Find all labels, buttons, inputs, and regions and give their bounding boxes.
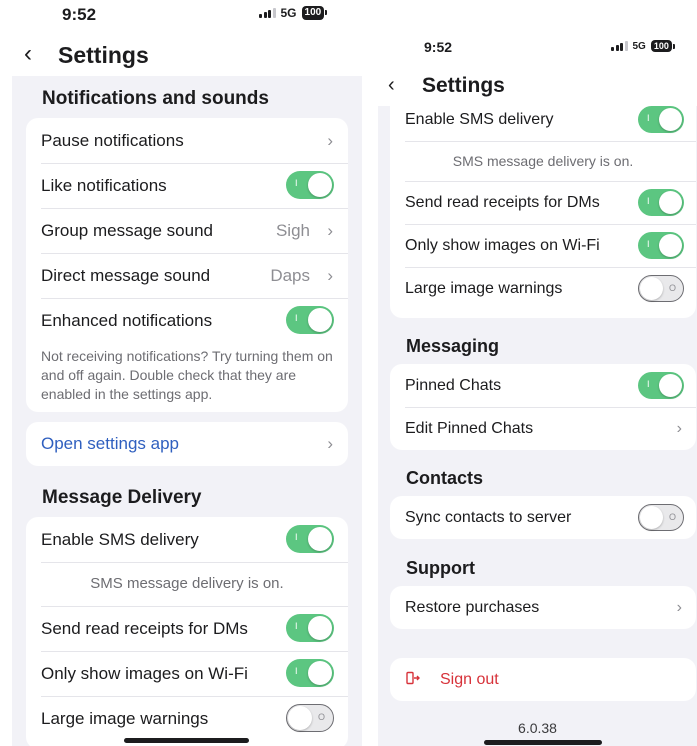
row-label: Sync contacts to server — [405, 508, 572, 526]
row-label: Only show images on Wi-Fi — [41, 663, 248, 683]
right-screenshot: 9:52 5G 100 ‹ Settings Enable SMS delive… — [378, 34, 697, 746]
chevron-right-icon: › — [676, 598, 682, 616]
row-value: Daps — [270, 265, 310, 285]
sms-status-text: SMS message delivery is on. — [90, 575, 284, 592]
contacts-card: Sync contacts to server O — [390, 496, 696, 539]
row-images-wifi: Only show images on Wi-Fi I — [390, 224, 696, 267]
section-title-message-delivery: Message Delivery — [42, 487, 202, 508]
sync-contacts-toggle[interactable]: O — [638, 504, 684, 531]
open-settings-app-link[interactable]: Open settings app › — [26, 422, 348, 466]
row-label: Enhanced notifications — [41, 310, 213, 330]
back-chevron-icon[interactable]: ‹ — [388, 74, 395, 97]
battery-icon: 100 — [650, 40, 675, 52]
row-label: Enable SMS delivery — [405, 110, 554, 128]
row-read-receipts: Send read receipts for DMs I — [390, 181, 696, 224]
enhanced-notifications-toggle[interactable]: I — [286, 306, 334, 334]
row-label: Enable SMS delivery — [41, 529, 199, 549]
page-title: Settings — [58, 42, 149, 68]
message-delivery-card: Enable SMS delivery I SMS message delive… — [390, 98, 696, 318]
open-settings-card: Open settings app › — [26, 422, 348, 466]
section-title-contacts: Contacts — [406, 468, 484, 488]
sms-status-text: SMS message delivery is on. — [452, 153, 634, 169]
sign-out-button[interactable]: Sign out — [390, 658, 696, 701]
row-label: Pause notifications — [41, 130, 184, 150]
signal-icon — [259, 8, 276, 18]
home-indicator — [124, 738, 249, 743]
large-image-warnings-toggle[interactable]: O — [638, 275, 684, 302]
row-group-message-sound[interactable]: Group message sound Sigh › — [26, 208, 348, 253]
battery-icon: 100 — [301, 6, 327, 20]
status-time: 9:52 — [424, 39, 453, 55]
read-receipts-toggle[interactable]: I — [286, 614, 334, 642]
network-label: 5G — [280, 6, 297, 20]
row-label: Only show images on Wi-Fi — [405, 236, 600, 254]
support-card: Restore purchases › — [390, 586, 696, 629]
large-image-warnings-toggle[interactable]: O — [286, 704, 334, 732]
status-time: 9:52 — [62, 5, 97, 24]
network-label: 5G — [632, 40, 646, 52]
row-large-image-warnings: Large image warnings O — [26, 696, 348, 741]
row-pinned-chats: Pinned Chats I — [390, 364, 696, 407]
row-label: Edit Pinned Chats — [405, 419, 534, 437]
messaging-card: Pinned Chats I Edit Pinned Chats › — [390, 364, 696, 450]
signal-icon — [611, 41, 628, 51]
row-large-image-warnings: Large image warnings O — [390, 267, 696, 310]
section-title-messaging: Messaging — [406, 336, 500, 356]
row-label: Like notifications — [41, 175, 167, 195]
home-indicator — [484, 740, 602, 745]
row-label: Pinned Chats — [405, 376, 502, 394]
settings-scroll-area[interactable]: Notifications and sounds Pause notificat… — [12, 76, 362, 746]
chevron-right-icon: › — [327, 220, 333, 240]
settings-scroll-area[interactable]: Enable SMS delivery I SMS message delive… — [378, 98, 697, 746]
row-label: Send read receipts for DMs — [405, 193, 600, 211]
row-enhanced-notifications: Enhanced notifications I — [26, 298, 348, 343]
page-title: Settings — [422, 74, 505, 97]
images-wifi-toggle[interactable]: I — [638, 232, 684, 259]
row-enable-sms: Enable SMS delivery I — [390, 98, 696, 141]
row-direct-message-sound[interactable]: Direct message sound Daps › — [26, 253, 348, 298]
read-receipts-toggle[interactable]: I — [638, 189, 684, 216]
sign-out-label: Sign out — [440, 670, 499, 688]
enable-sms-toggle[interactable]: I — [638, 106, 684, 133]
pinned-chats-toggle[interactable]: I — [638, 372, 684, 399]
left-screenshot: 9:52 5G 100 ‹ Settings Notifications and… — [0, 0, 362, 746]
chevron-right-icon: › — [327, 130, 333, 150]
nav-bar: ‹ Settings — [0, 34, 362, 76]
row-label: Direct message sound — [41, 265, 211, 285]
status-indicators: 5G 100 — [259, 6, 327, 20]
chevron-right-icon: › — [327, 434, 333, 453]
section-title-notifications: Notifications and sounds — [42, 88, 269, 109]
row-sync-contacts: Sync contacts to server O — [390, 496, 696, 539]
chevron-right-icon: › — [676, 419, 682, 437]
message-delivery-card: Enable SMS delivery I SMS message delive… — [26, 517, 348, 746]
row-pause-notifications[interactable]: Pause notifications › — [26, 118, 348, 163]
status-indicators: 5G 100 — [611, 40, 675, 52]
row-enable-sms: Enable SMS delivery I — [26, 517, 348, 562]
row-edit-pinned-chats[interactable]: Edit Pinned Chats › — [390, 407, 696, 450]
sign-out-card: Sign out — [390, 658, 696, 701]
like-notifications-toggle[interactable]: I — [286, 171, 334, 199]
row-label: Large image warnings — [41, 708, 209, 728]
back-chevron-icon[interactable]: ‹ — [24, 40, 32, 68]
row-label: Send read receipts for DMs — [41, 618, 248, 638]
section-title-support: Support — [406, 558, 475, 578]
notifications-hint: Not receiving notifications? Try turning… — [41, 348, 333, 402]
row-label: Large image warnings — [405, 279, 563, 297]
images-wifi-toggle[interactable]: I — [286, 659, 334, 687]
row-label: Group message sound — [41, 220, 213, 240]
row-label: Restore purchases — [405, 598, 540, 616]
app-version: 6.0.38 — [518, 720, 557, 736]
open-settings-label: Open settings app — [41, 434, 179, 453]
row-read-receipts: Send read receipts for DMs I — [26, 606, 348, 651]
row-images-wifi: Only show images on Wi-Fi I — [26, 651, 348, 696]
row-restore-purchases[interactable]: Restore purchases › — [390, 586, 696, 629]
row-value: Sigh — [275, 220, 310, 240]
chevron-right-icon: › — [327, 265, 333, 285]
sign-out-icon — [406, 671, 420, 685]
notifications-card: Pause notifications › Like notifications… — [26, 118, 348, 412]
row-like-notifications: Like notifications I — [26, 163, 348, 208]
enable-sms-toggle[interactable]: I — [286, 525, 334, 553]
